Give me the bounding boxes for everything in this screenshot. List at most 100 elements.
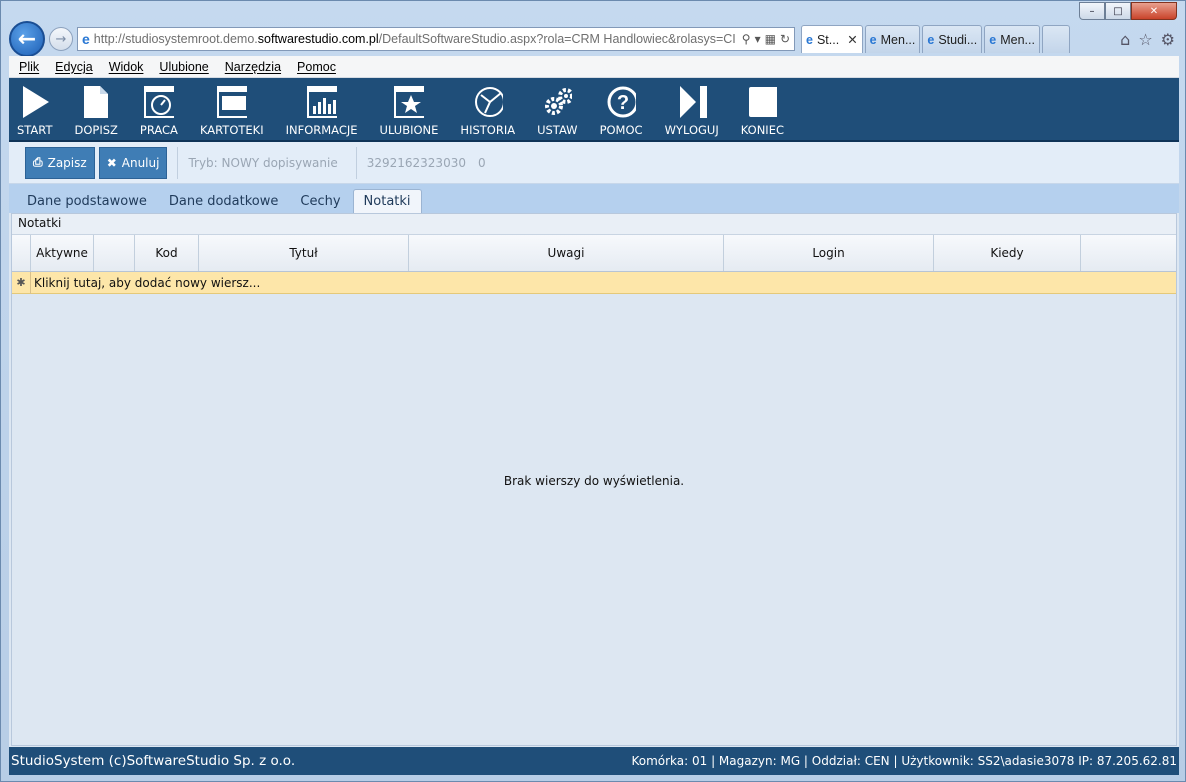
tab-label: Men... <box>880 32 916 47</box>
menu-ulubione[interactable]: Ulubione <box>159 60 208 74</box>
tab-label: Studi... <box>938 32 978 47</box>
toolbar-label: DOPISZ <box>74 123 118 137</box>
toolbar-label: KARTOTEKI <box>199 123 264 137</box>
toolbar-dopisz[interactable]: DOPISZ <box>74 85 118 137</box>
compat-view-icon[interactable]: ▦ <box>765 32 776 46</box>
status-copyright: StudioSystem (c)SoftwareStudio Sp. z o.o… <box>11 753 296 769</box>
toolbar-wyloguj[interactable]: WYLOGUJ <box>665 85 719 137</box>
tab-notatki[interactable]: Notatki <box>352 189 422 213</box>
tab-label: St... <box>816 32 840 47</box>
search-icon[interactable]: ⚲ <box>742 32 751 46</box>
toolbar-label: INFORMACJE <box>285 123 358 137</box>
mode-text: Tryb: NOWY dopisywanie <box>188 155 338 170</box>
column-tytul[interactable]: Tytuł <box>199 235 409 271</box>
logout-icon <box>677 85 707 119</box>
ie-tab-icon: e <box>806 32 813 47</box>
toolbar-label: WYLOGUJ <box>664 123 719 137</box>
browser-tab[interactable]: e Men... <box>864 25 921 53</box>
address-bar[interactable]: e http://studiosystemroot.demo. softwares… <box>77 27 795 51</box>
tab-cechy[interactable]: Cechy <box>290 189 350 213</box>
column-aktywne[interactable]: Aktywne <box>31 235 94 271</box>
notes-panel: Notatki Aktywne Kod Tytuł Uwagi Login Ki… <box>11 213 1177 746</box>
maximize-button[interactable]: □ <box>1105 2 1131 20</box>
toolbar-historia[interactable]: HISTORIA <box>460 85 515 137</box>
ie-tab-icon: e <box>989 32 997 47</box>
window-caption-buttons: – □ ✕ <box>1079 2 1177 20</box>
separator <box>355 146 357 179</box>
add-new-row-text: Kliknij tutaj, aby dodać nowy wiersz... <box>34 275 261 290</box>
toolbar-label: PRACA <box>139 123 178 137</box>
toolbar-ustaw[interactable]: USTAW <box>537 85 578 137</box>
column-uwagi[interactable]: Uwagi <box>409 235 724 271</box>
browser-tab[interactable]: e Men... <box>984 25 1040 53</box>
status-bar: StudioSystem (c)SoftwareStudio Sp. z o.o… <box>9 747 1179 775</box>
menu-plik[interactable]: Plik <box>19 60 39 74</box>
svg-text:?: ? <box>617 92 629 114</box>
tab-label: Men... <box>1000 32 1035 47</box>
toolbar-label: START <box>17 123 53 137</box>
toolbar-koniec[interactable]: KONIEC <box>741 85 784 137</box>
cancel-button[interactable]: ✖ Anuluj <box>98 146 168 179</box>
minimize-button[interactable]: – <box>1079 2 1105 20</box>
close-icon: ✖ <box>106 155 117 170</box>
chevron-down-icon[interactable]: ▾ <box>755 32 761 46</box>
tab-dane-dodatkowe[interactable]: Dane dodatkowe <box>159 189 289 213</box>
ie-icon: e <box>82 31 90 47</box>
app-content: START DOPISZ PRACA KARTOTEKI INFORMACJE … <box>9 78 1179 775</box>
page-tabstrip: Dane podstawowe Dane dodatkowe Cechy Not… <box>9 184 1179 213</box>
gears-icon <box>542 85 573 119</box>
document-icon <box>81 85 111 119</box>
browser-tab[interactable]: e St... ✕ <box>801 25 863 53</box>
toolbar-ulubione[interactable]: ULUBIONE <box>379 85 439 137</box>
close-tab-icon[interactable]: ✕ <box>847 32 857 47</box>
browser-window: – □ ✕ ← → e http://studiosystemroot.demo… <box>0 0 1186 782</box>
play-icon <box>20 85 50 119</box>
close-window-button[interactable]: ✕ <box>1131 2 1177 20</box>
menu-bar: Plik Edycja Widok Ulubione Narzędzia Pom… <box>9 56 1179 78</box>
refresh-icon[interactable]: ↻ <box>780 32 790 46</box>
home-icon[interactable]: ⌂ <box>1120 30 1130 49</box>
toolbar-start[interactable]: START <box>17 85 52 137</box>
toolbar-kartoteki[interactable]: KARTOTEKI <box>200 85 264 137</box>
separator <box>177 146 179 179</box>
column-blank[interactable] <box>94 235 135 271</box>
toolbar-label: USTAW <box>537 123 578 137</box>
browser-navbar: ← → e http://studiosystemroot.demo. softw… <box>9 21 1179 57</box>
toolbar-informacje[interactable]: INFORMACJE <box>286 85 358 137</box>
menu-edycja[interactable]: Edycja <box>55 60 93 74</box>
forward-arrow-icon: → <box>55 31 67 47</box>
toolbar-label: ULUBIONE <box>379 123 439 137</box>
back-button[interactable]: ← <box>9 21 45 57</box>
browser-tab[interactable]: e Studi... <box>922 25 983 53</box>
settings-gear-icon[interactable]: ⚙ <box>1161 30 1175 49</box>
browser-tabs: e St... ✕ e Men... e Studi... e Men... <box>801 25 1072 53</box>
menu-widok[interactable]: Widok <box>109 60 144 74</box>
ie-tab-icon: e <box>927 32 935 47</box>
column-filler <box>1081 235 1174 271</box>
menu-narzedzia[interactable]: Narzędzia <box>225 60 281 74</box>
new-tab-button[interactable] <box>1041 25 1070 53</box>
help-icon: ? <box>606 85 637 119</box>
toolbar-pomoc[interactable]: ? POMOC <box>600 85 643 137</box>
column-login[interactable]: Login <box>724 235 934 271</box>
menu-pomoc[interactable]: Pomoc <box>297 60 336 74</box>
favorites-star-icon[interactable]: ☆ <box>1138 30 1152 49</box>
save-button[interactable]: ⎙ Zapisz <box>25 146 95 179</box>
cancel-label: Anuluj <box>121 155 160 170</box>
column-kiedy[interactable]: Kiedy <box>934 235 1081 271</box>
browser-icons: ⌂ ☆ ⚙ <box>1120 30 1179 49</box>
forward-button[interactable]: → <box>49 27 73 51</box>
column-kod[interactable]: Kod <box>135 235 199 271</box>
toolbar-praca[interactable]: PRACA <box>140 85 178 137</box>
record-id: 3292162323030 <box>366 155 466 170</box>
ie-tab-icon: e <box>869 32 877 47</box>
tab-dane-podstawowe[interactable]: Dane podstawowe <box>17 189 157 213</box>
history-icon <box>473 85 503 119</box>
action-bar: ⎙ Zapisz ✖ Anuluj Tryb: NOWY dopisywanie 3… <box>9 142 1179 184</box>
star-icon <box>393 85 424 119</box>
stop-icon <box>747 85 778 119</box>
add-new-row[interactable]: ✱ Kliknij tutaj, aby dodać nowy wiersz..… <box>12 271 1176 294</box>
empty-message: Brak wierszy do wyświetlenia. <box>503 474 685 488</box>
panel-title: Notatki <box>12 214 1176 234</box>
window-icon <box>216 85 247 119</box>
